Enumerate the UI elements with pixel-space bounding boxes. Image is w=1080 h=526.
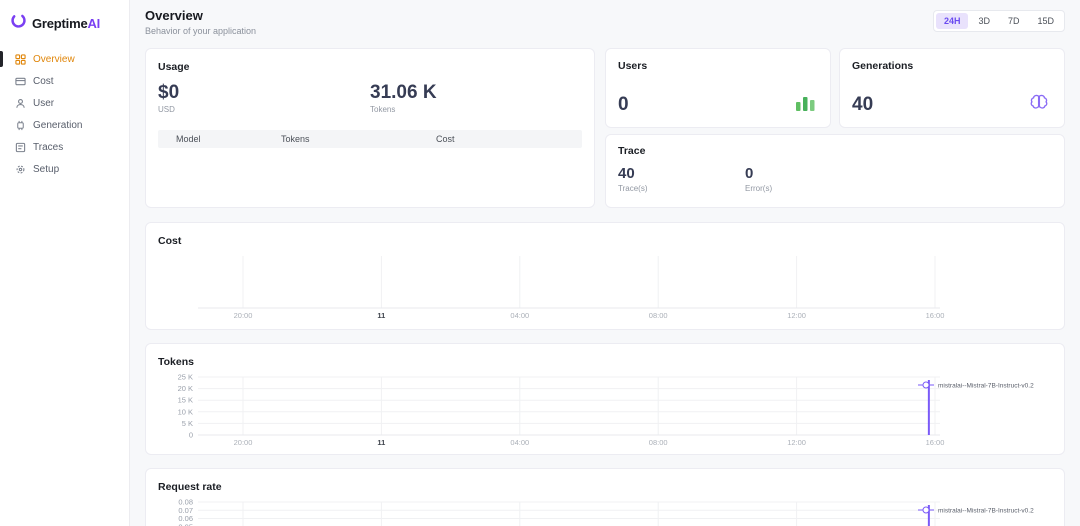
- error-count: 0: [745, 166, 872, 183]
- usage-tokens: 31.06 K: [370, 83, 582, 104]
- sidebar: GreptimeAI Overview Cost: [0, 0, 130, 526]
- trace-count: 40: [618, 166, 745, 183]
- cost-card-icon: [14, 75, 26, 87]
- cost-chart-card: Cost 20:00 11 04:00 08:00 12:00 16:00: [145, 222, 1065, 330]
- trace-count-stat: 40 Trace(s): [618, 166, 745, 193]
- sidebar-item-generation[interactable]: Generation: [0, 114, 129, 136]
- range-button-15d[interactable]: 15D: [1029, 13, 1062, 29]
- users-card-title: Users: [618, 60, 818, 72]
- range-button-24h[interactable]: 24H: [936, 13, 969, 29]
- usage-card: Usage $0 USD 31.06 K Tokens Model Tokens…: [145, 48, 595, 208]
- request-rate-chart-title: Request rate: [158, 481, 1052, 493]
- brain-icon: [1026, 92, 1052, 117]
- error-count-stat: 0 Error(s): [745, 166, 872, 193]
- app-root: GreptimeAI Overview Cost: [0, 0, 1080, 526]
- trace-card-title: Trace: [618, 145, 1052, 157]
- trace-stats: 40 Trace(s) 0 Error(s): [618, 166, 1052, 193]
- trace-card: Trace 40 Trace(s) 0 Error(s): [605, 134, 1065, 208]
- cost-chart-title: Cost: [158, 235, 1052, 247]
- usage-col-tokens: Tokens: [281, 134, 436, 144]
- grid-icon: [14, 53, 26, 65]
- usage-col-cost: Cost: [436, 134, 582, 144]
- svg-text:08:00: 08:00: [649, 438, 668, 447]
- page-title: Overview: [145, 8, 256, 23]
- cost-chart: 20:00 11 04:00 08:00 12:00 16:00: [158, 252, 1052, 322]
- tokens-chart: 25 K 20 K 15 K 10 K 5 K 0 20:00 11 04:00 08:00 12:…: [158, 373, 1052, 449]
- error-count-label: Error(s): [745, 184, 872, 193]
- generations-value: 40: [852, 95, 1052, 116]
- sidebar-item-overview[interactable]: Overview: [0, 48, 129, 70]
- page-subtitle: Behavior of your application: [145, 26, 256, 36]
- usage-amount: $0: [158, 83, 370, 104]
- request-rate-chart-card: Request rate 0.080.070.060.050.040.030.0…: [145, 468, 1065, 526]
- users-value: 0: [618, 95, 818, 116]
- sidebar-item-setup[interactable]: Setup: [0, 158, 129, 180]
- generations-card: Generations 40: [839, 48, 1065, 128]
- usage-col-model: Model: [176, 134, 281, 144]
- svg-text:20:00: 20:00: [234, 438, 253, 447]
- usage-amount-unit: USD: [158, 105, 370, 114]
- usage-cost-stat: $0 USD: [158, 83, 370, 114]
- svg-text:5 K: 5 K: [182, 419, 193, 428]
- tokens-chart-title: Tokens: [158, 356, 1052, 368]
- sidebar-item-label: Cost: [33, 76, 54, 87]
- svg-text:0.05: 0.05: [178, 522, 193, 526]
- time-range-selector: 24H 3D 7D 15D: [933, 10, 1065, 32]
- svg-text:20:00: 20:00: [234, 311, 253, 320]
- range-button-7d[interactable]: 7D: [1000, 13, 1028, 29]
- sidebar-item-label: Generation: [33, 120, 82, 131]
- users-card: Users 0: [605, 48, 831, 128]
- tokens-chart-card: Tokens 25 K 20 K 15 K 10 K 5 K 0 20:00 11 04:00 0…: [145, 343, 1065, 455]
- main-content: Overview Behavior of your application 24…: [130, 0, 1080, 526]
- sidebar-item-label: Overview: [33, 54, 75, 65]
- sidebar-item-label: User: [33, 98, 54, 109]
- user-icon: [14, 97, 26, 109]
- svg-text:11: 11: [377, 438, 385, 447]
- sidebar-nav: Overview Cost User: [0, 48, 129, 180]
- usage-tokens-unit: Tokens: [370, 105, 582, 114]
- traces-list-icon: [14, 141, 26, 153]
- svg-text:08:00: 08:00: [649, 311, 668, 320]
- svg-text:mistralai--Mistral-7B-Instruct: mistralai--Mistral-7B-Instruct-v0.2: [938, 508, 1034, 515]
- stat-cards-row: Users 0 Generations 40: [605, 48, 1065, 128]
- generations-card-title: Generations: [852, 60, 1052, 72]
- chip-icon: [14, 119, 26, 131]
- usage-stats: $0 USD 31.06 K Tokens: [158, 83, 582, 114]
- sidebar-item-cost[interactable]: Cost: [0, 70, 129, 92]
- svg-text:16:00: 16:00: [926, 438, 945, 447]
- svg-text:15 K: 15 K: [178, 396, 193, 405]
- range-button-3d[interactable]: 3D: [970, 13, 998, 29]
- svg-text:25 K: 25 K: [178, 373, 193, 382]
- svg-text:10 K: 10 K: [178, 407, 193, 416]
- sidebar-item-traces[interactable]: Traces: [0, 136, 129, 158]
- svg-text:12:00: 12:00: [787, 438, 806, 447]
- svg-text:11: 11: [377, 311, 385, 320]
- svg-text:0: 0: [189, 431, 193, 440]
- green-bars-icon: [794, 94, 818, 117]
- svg-text:mistralai--Mistral-7B-Instruct: mistralai--Mistral-7B-Instruct-v0.2: [938, 383, 1034, 390]
- brand-name: GreptimeAI: [32, 16, 100, 31]
- sidebar-item-label: Traces: [33, 142, 63, 153]
- brand-logo[interactable]: GreptimeAI: [0, 8, 129, 48]
- usage-table-header: Model Tokens Cost: [158, 130, 582, 148]
- summary-right-column: Users 0 Generations 40: [605, 48, 1065, 208]
- gear-icon: [14, 163, 26, 175]
- svg-text:16:00: 16:00: [926, 311, 945, 320]
- request-rate-chart: 0.080.070.060.050.040.030.020.01020:0011…: [158, 498, 1052, 526]
- summary-row: Usage $0 USD 31.06 K Tokens Model Tokens…: [145, 48, 1065, 208]
- trace-count-label: Trace(s): [618, 184, 745, 193]
- page-header: Overview Behavior of your application 24…: [145, 8, 1065, 36]
- sidebar-item-user[interactable]: User: [0, 92, 129, 114]
- greptime-logo-icon: [10, 12, 27, 34]
- svg-text:04:00: 04:00: [510, 311, 529, 320]
- svg-text:04:00: 04:00: [510, 438, 529, 447]
- usage-card-title: Usage: [158, 61, 582, 73]
- svg-text:12:00: 12:00: [787, 311, 806, 320]
- usage-tokens-stat: 31.06 K Tokens: [370, 83, 582, 114]
- sidebar-item-label: Setup: [33, 164, 59, 175]
- page-header-text: Overview Behavior of your application: [145, 8, 256, 36]
- svg-text:20 K: 20 K: [178, 384, 193, 393]
